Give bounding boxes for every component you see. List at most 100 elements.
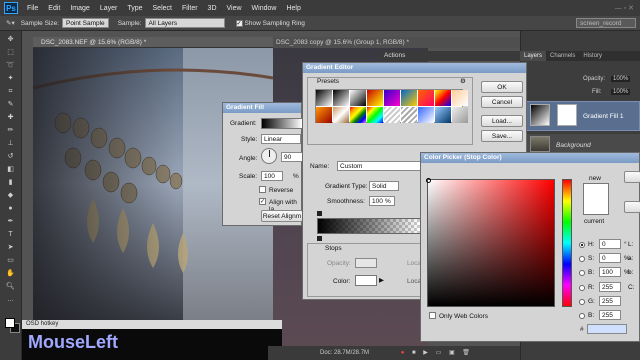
doc2-tab[interactable]: DSC_2083 copy @ 15.6% (Group 1, RGB/8) *	[268, 37, 528, 48]
cancel-button[interactable]: Cancel	[481, 96, 523, 108]
gradient-bar[interactable]	[317, 218, 421, 234]
blue-radio[interactable]	[579, 313, 585, 319]
preset-swatch[interactable]	[401, 107, 417, 123]
gradient-tool-icon[interactable]: ▮	[5, 178, 17, 187]
background-layer-name[interactable]: Background	[556, 142, 591, 149]
preset-swatch[interactable]	[401, 90, 417, 106]
reverse-checkbox[interactable]	[259, 186, 266, 193]
scale-input[interactable]: 100	[261, 171, 283, 181]
gradient-type-select[interactable]: Solid	[369, 181, 399, 191]
menu-image[interactable]: Image	[70, 5, 89, 12]
stop-icon[interactable]: ■	[412, 350, 416, 356]
stamp-tool-icon[interactable]: ⊥	[5, 139, 17, 148]
shape-tool-icon[interactable]: ▭	[5, 256, 17, 265]
quick-select-icon[interactable]: ✦	[5, 74, 17, 83]
b-radio[interactable]	[579, 270, 585, 276]
g-radio[interactable]	[579, 299, 585, 305]
eraser-tool-icon[interactable]: ◧	[5, 165, 17, 174]
record-icon[interactable]: ●	[401, 350, 405, 356]
cancel-button[interactable]	[624, 201, 640, 213]
sample-select[interactable]: All Layers	[144, 18, 225, 28]
preset-swatch[interactable]	[350, 107, 366, 123]
h-input[interactable]: 0	[599, 239, 621, 249]
marquee-tool-icon[interactable]: ⬚	[5, 48, 17, 57]
layer-mask-thumbnail[interactable]	[557, 104, 577, 126]
ok-button[interactable]	[624, 171, 640, 183]
preset-swatch[interactable]	[384, 90, 400, 106]
opacity-field[interactable]: 100%	[611, 76, 631, 82]
healing-tool-icon[interactable]: ✚	[5, 113, 17, 122]
tab-history[interactable]: History	[579, 51, 606, 61]
menu-layer[interactable]: Layer	[100, 5, 118, 12]
ok-button[interactable]: OK	[481, 81, 523, 93]
angle-dial[interactable]	[261, 148, 277, 164]
menu-file[interactable]: File	[27, 5, 38, 12]
preset-swatch[interactable]	[367, 90, 383, 106]
save-button[interactable]: Save...	[481, 130, 523, 142]
eyedropper-tool-icon[interactable]: ✎	[5, 100, 17, 109]
lasso-tool-icon[interactable]: ➰	[5, 61, 17, 70]
tab-channels[interactable]: Channels	[546, 51, 579, 61]
preset-swatch[interactable]	[333, 107, 349, 123]
h-radio[interactable]	[579, 242, 585, 248]
trash-icon[interactable]: 🗑︎	[462, 350, 470, 356]
preset-swatch[interactable]	[316, 107, 332, 123]
type-tool-icon[interactable]: T	[5, 230, 17, 239]
preset-swatch[interactable]	[418, 107, 434, 123]
dodge-tool-icon[interactable]: ●	[5, 204, 17, 213]
stop-opacity-input[interactable]	[355, 258, 377, 268]
preset-swatch[interactable]	[418, 90, 434, 106]
hand-tool-icon[interactable]: ✋	[5, 269, 17, 278]
tab-layers[interactable]: Layers	[520, 51, 547, 61]
preset-swatch[interactable]	[435, 107, 451, 123]
s-radio[interactable]	[579, 256, 585, 262]
menu-window[interactable]: Window	[252, 5, 277, 12]
eyedropper-icon[interactable]: ✎▾	[6, 19, 15, 27]
window-controls[interactable]: — ▫ ✕	[615, 4, 634, 12]
preset-swatch[interactable]	[350, 90, 366, 106]
menu-view[interactable]: View	[227, 5, 242, 12]
style-select[interactable]: Linear	[261, 134, 301, 144]
gradient-layer-thumbnail[interactable]	[530, 104, 550, 126]
g-input[interactable]: 255	[599, 296, 621, 306]
preset-swatch[interactable]	[333, 90, 349, 106]
color-field[interactable]	[426, 178, 555, 307]
presets-menu-icon[interactable]: ⚙	[460, 77, 466, 85]
path-select-icon[interactable]: ➤	[5, 243, 17, 252]
actions-panel-title[interactable]: Actions	[380, 51, 520, 61]
opacity-stop[interactable]	[317, 211, 322, 216]
crop-tool-icon[interactable]: ⌗	[5, 87, 17, 96]
preset-swatch[interactable]	[435, 90, 451, 106]
hue-slider[interactable]	[562, 179, 572, 307]
blur-tool-icon[interactable]: ◆	[5, 191, 17, 200]
zoom-tool-icon[interactable]: 🔍︎	[5, 282, 17, 291]
only-web-colors-checkbox[interactable]	[429, 312, 436, 319]
stop-color-swatch[interactable]	[355, 275, 377, 286]
hex-input[interactable]	[587, 324, 627, 334]
brush-tool-icon[interactable]: ✏	[5, 126, 17, 135]
new-icon[interactable]: ▣	[449, 350, 455, 356]
color-stop[interactable]	[317, 236, 322, 241]
play-icon[interactable]: ▶	[423, 350, 428, 356]
menu-edit[interactable]: Edit	[48, 5, 60, 12]
presets-grid[interactable]	[315, 89, 468, 123]
r-radio[interactable]	[579, 285, 585, 291]
menu-select[interactable]: Select	[153, 5, 172, 12]
sample-size-select[interactable]: Point Sample	[62, 18, 109, 28]
doc-size[interactable]: Doc: 28.7M/28.7M	[320, 350, 369, 356]
b-input[interactable]: 100	[599, 267, 621, 277]
menu-help[interactable]: Help	[286, 5, 300, 12]
blue-input[interactable]: 255	[599, 310, 621, 320]
more-tools-icon[interactable]: …	[5, 295, 17, 304]
menu-3d[interactable]: 3D	[208, 5, 217, 12]
show-ring-checkbox[interactable]: ✓	[235, 19, 243, 27]
history-brush-icon[interactable]: ↺	[5, 152, 17, 161]
move-tool-icon[interactable]: ✥	[5, 35, 17, 44]
s-input[interactable]: 0	[599, 253, 621, 263]
r-input[interactable]: 255	[599, 282, 621, 292]
pen-tool-icon[interactable]: ✒	[5, 217, 17, 226]
preset-swatch[interactable]	[367, 107, 383, 123]
menu-filter[interactable]: Filter	[182, 5, 198, 12]
load-button[interactable]: Load...	[481, 115, 523, 127]
stop-color-arrow-icon[interactable]: ▶	[379, 276, 384, 284]
